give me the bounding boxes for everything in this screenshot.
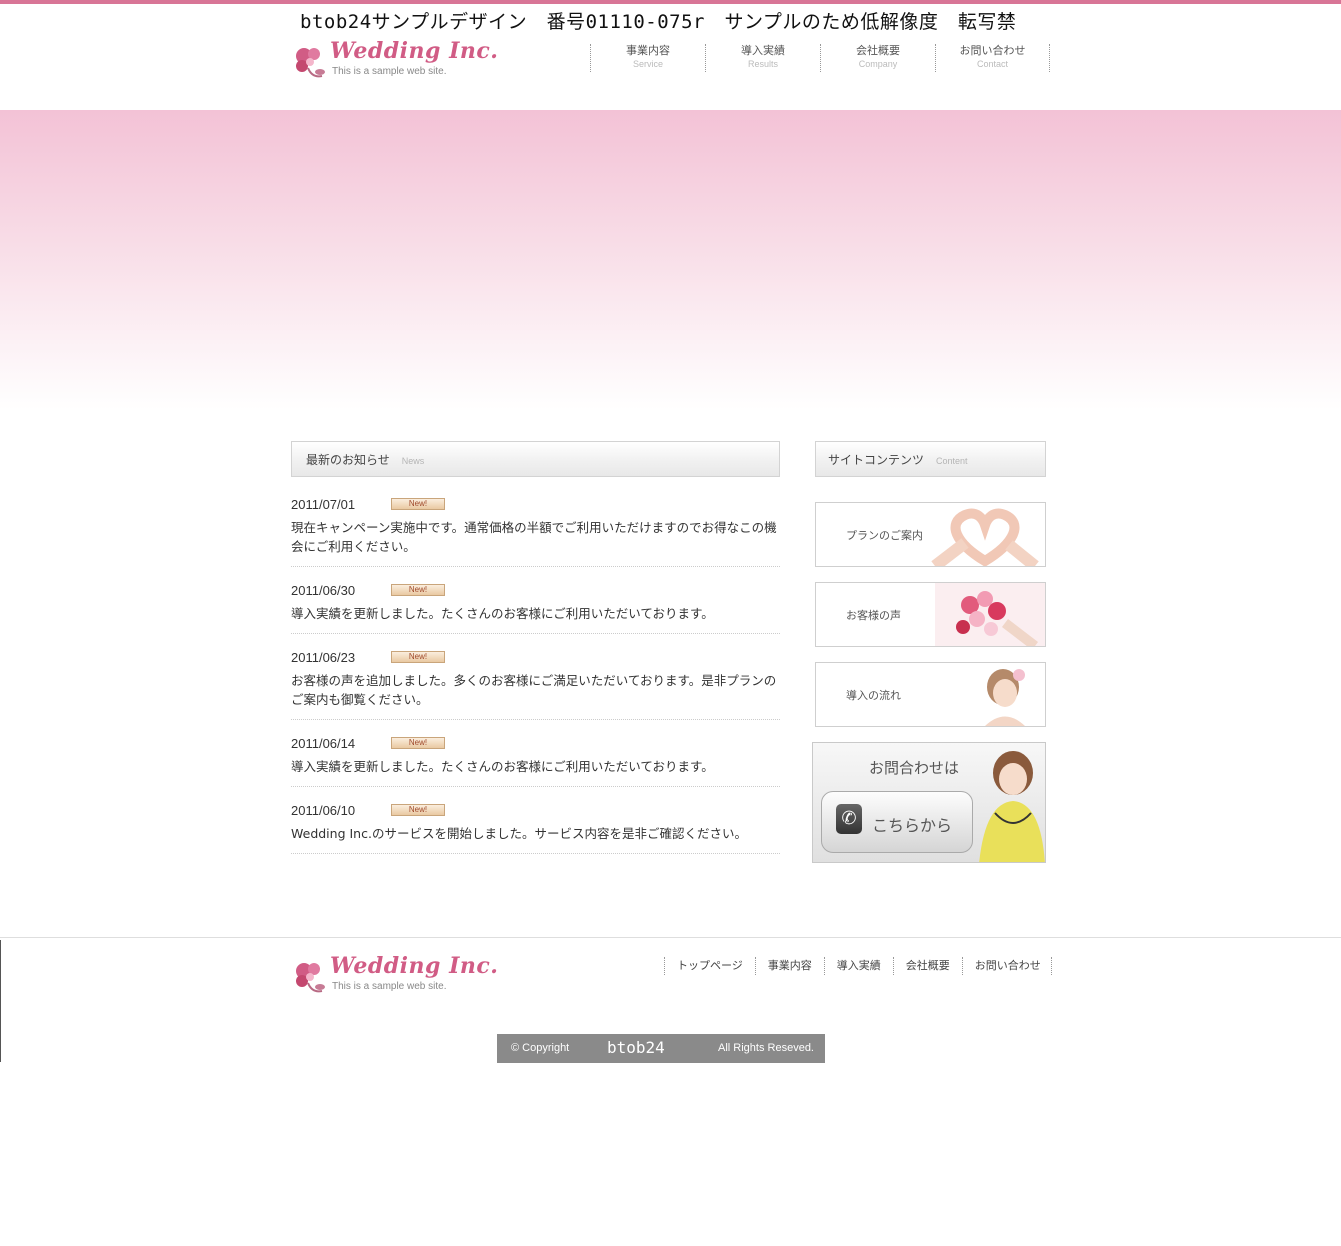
nav-label: 事業内容 bbox=[626, 44, 670, 57]
nav-sublabel: Company bbox=[858, 59, 898, 69]
copyright-bar: © Copyright btob24 All Rights Reseved. bbox=[497, 1034, 825, 1063]
global-nav: 事業内容 Service 導入実績 Results 会社概要 Company お… bbox=[590, 44, 1050, 72]
heart-hands-photo-icon bbox=[931, 508, 1039, 566]
sidebar-link-label: 導入の流れ bbox=[846, 689, 901, 702]
nav-sublabel: Results bbox=[747, 59, 778, 69]
nav-sublabel: Contact bbox=[976, 59, 1009, 69]
news-date: 2011/06/23 bbox=[291, 649, 356, 665]
contact-button[interactable]: ✆ こちらから bbox=[821, 791, 973, 853]
contact-button-label: こちらから bbox=[872, 816, 953, 835]
nav-contact[interactable]: お問い合わせ Contact bbox=[935, 44, 1050, 72]
nav-sublabel: Service bbox=[632, 59, 663, 69]
sidebar-heading: サイトコンテンツ Content bbox=[815, 441, 1046, 477]
phone-icon: ✆ bbox=[836, 804, 862, 834]
news-text: Wedding Inc.のサービスを開始しました。サービス内容を是非ご確認くださ… bbox=[291, 826, 747, 841]
news-item: 2011/06/23 New! お客様の声を追加しました。多くのお客様にご満足い… bbox=[291, 645, 780, 720]
news-item: 2011/07/01 New! 現在キャンペーン実施中です。通常価格の半額でご利… bbox=[291, 492, 780, 567]
copyright-suffix: All Rights Reseved. bbox=[718, 1042, 814, 1054]
flower-logo-icon bbox=[296, 963, 325, 993]
nav-label: お問い合わせ bbox=[959, 44, 1026, 57]
contact-banner[interactable]: お問合わせは ✆ こちらから bbox=[812, 742, 1046, 863]
operator-photo-icon bbox=[979, 751, 1045, 862]
news-heading: 最新のお知らせ News bbox=[291, 441, 780, 477]
left-edge-line bbox=[0, 940, 1, 1062]
sidebar-link-label: お客様の声 bbox=[846, 609, 901, 622]
news-text: 導入実績を更新しました。たくさんのお客様にご利用いただいております。 bbox=[291, 759, 714, 774]
news-list: 2011/07/01 New! 現在キャンペーン実施中です。通常価格の半額でご利… bbox=[291, 492, 780, 865]
footer-divider bbox=[0, 937, 1341, 938]
new-badge: New! bbox=[391, 737, 445, 749]
sidebar-link-label: プランのご案内 bbox=[846, 529, 923, 542]
sidebar-link-flow[interactable]: 導入の流れ bbox=[815, 662, 1046, 727]
news-text: 導入実績を更新しました。たくさんのお客様にご利用いただいております。 bbox=[291, 606, 714, 621]
logo-tagline: This is a sample web site. bbox=[332, 66, 447, 77]
news-date: 2011/07/01 bbox=[291, 496, 356, 512]
nav-label: 会社概要 bbox=[856, 44, 900, 57]
flower-logo-icon bbox=[296, 48, 325, 78]
top-accent-bar bbox=[0, 0, 1341, 4]
logo-name: Wedding Inc. bbox=[330, 38, 499, 64]
header-logo[interactable]: Wedding Inc. This is a sample web site. bbox=[292, 38, 498, 82]
new-badge: New! bbox=[391, 804, 445, 816]
hero-banner bbox=[0, 110, 1341, 410]
copyright-brand: btob24 bbox=[607, 1038, 665, 1057]
new-badge: New! bbox=[391, 651, 445, 663]
news-item: 2011/06/30 New! 導入実績を更新しました。たくさんのお客様にご利用… bbox=[291, 578, 780, 634]
footer-logo[interactable]: Wedding Inc. This is a sample web site. bbox=[292, 953, 498, 997]
news-item: 2011/06/14 New! 導入実績を更新しました。たくさんのお客様にご利用… bbox=[291, 731, 780, 787]
news-text: お客様の声を追加しました。多くのお客様にご満足いただいております。是非プランのご… bbox=[291, 673, 777, 707]
footer-nav-results[interactable]: 導入実績 bbox=[823, 957, 893, 975]
bride-photo-icon bbox=[985, 669, 1025, 726]
news-date: 2011/06/10 bbox=[291, 802, 356, 818]
logo-tagline: This is a sample web site. bbox=[332, 981, 447, 992]
nav-service[interactable]: 事業内容 Service bbox=[590, 44, 705, 72]
new-badge: New! bbox=[391, 584, 445, 596]
news-date: 2011/06/14 bbox=[291, 735, 356, 751]
nav-company[interactable]: 会社概要 Company bbox=[820, 44, 935, 72]
news-heading-label: 最新のお知らせ bbox=[306, 452, 390, 467]
sidebar-heading-label: サイトコンテンツ bbox=[828, 452, 925, 467]
sidebar-heading-en: Content bbox=[936, 455, 968, 466]
news-date: 2011/06/30 bbox=[291, 582, 356, 598]
news-text: 現在キャンペーン実施中です。通常価格の半額でご利用いただけますのでお得なこの機会… bbox=[291, 520, 777, 554]
footer-nav-top[interactable]: トップページ bbox=[664, 957, 755, 975]
sample-watermark: btob24サンプルデザイン 番号01110-075r サンプルのため低解像度 … bbox=[300, 11, 1017, 33]
copyright-prefix: © Copyright bbox=[511, 1042, 570, 1054]
footer-nav-company[interactable]: 会社概要 bbox=[892, 957, 962, 975]
news-item: 2011/06/10 New! Wedding Inc.のサービスを開始しました… bbox=[291, 798, 780, 854]
contact-title: お問合わせは bbox=[869, 759, 960, 777]
footer-nav-service[interactable]: 事業内容 bbox=[754, 957, 824, 975]
bouquet-photo-icon bbox=[935, 583, 1045, 646]
news-heading-en: News bbox=[401, 455, 425, 466]
sidebar-link-plan[interactable]: プランのご案内 bbox=[815, 502, 1046, 567]
logo-name: Wedding Inc. bbox=[330, 953, 499, 979]
nav-results[interactable]: 導入実績 Results bbox=[705, 44, 820, 72]
nav-label: 導入実績 bbox=[741, 44, 785, 57]
sidebar-link-voice[interactable]: お客様の声 bbox=[815, 582, 1046, 647]
footer-nav: トップページ 事業内容 導入実績 会社概要 お問い合わせ bbox=[664, 957, 1052, 975]
footer-nav-contact[interactable]: お問い合わせ bbox=[961, 957, 1052, 975]
new-badge: New! bbox=[391, 498, 445, 510]
